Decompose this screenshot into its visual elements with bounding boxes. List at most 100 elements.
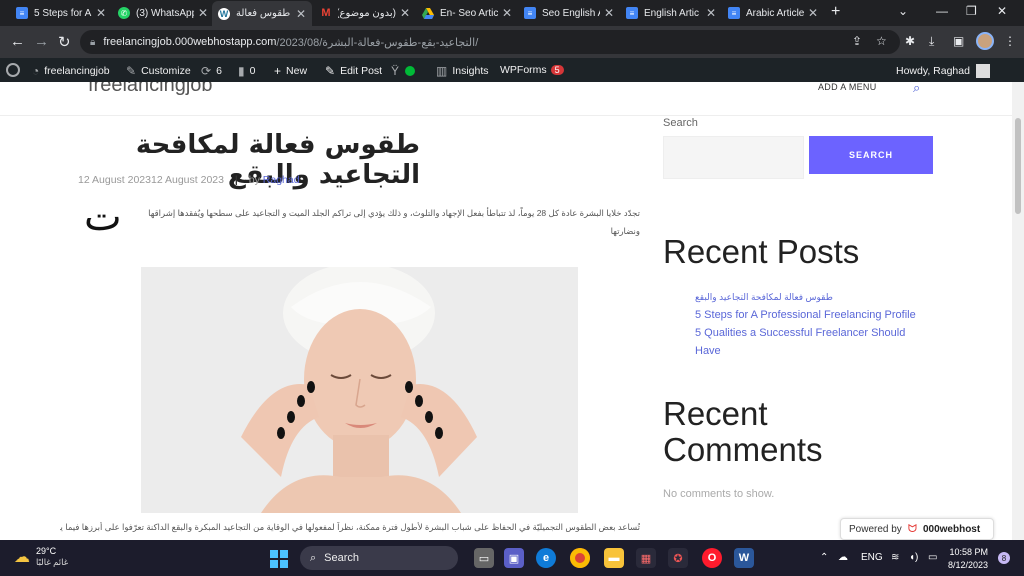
post-intro-paragraph: تجدّد خلايا البشرة عادة كل 28 يوماً، لذ … (148, 208, 640, 236)
tab-title: En- Seo Artic (440, 7, 498, 19)
wp-wpforms[interactable]: WPForms 5 (500, 64, 564, 76)
brush-icon: ✎ (126, 64, 137, 78)
word-icon[interactable]: W (734, 548, 754, 568)
close-icon[interactable]: ✕ (198, 6, 208, 20)
share-icon[interactable]: ⇪ (852, 34, 862, 48)
tab-active-post[interactable]: W طقوس فعالة ✕ (212, 1, 312, 26)
reload-icon[interactable]: ↻ (58, 33, 71, 51)
tab-title: Arabic Article (746, 7, 804, 19)
gmail-icon: M (321, 7, 331, 19)
tab-title: طقوس فعالة (236, 8, 291, 19)
task-view-icon[interactable]: ▭ (474, 548, 494, 568)
close-icon[interactable]: ✕ (604, 6, 614, 20)
taskbar-search-label: Search (324, 552, 360, 564)
bookmark-star-icon[interactable]: ☆ (876, 34, 887, 48)
post-by-label: by (248, 174, 260, 186)
minimize-icon[interactable]: — (936, 4, 948, 18)
close-icon[interactable]: ✕ (502, 6, 512, 20)
wp-yoast[interactable]: Ÿ (391, 64, 416, 78)
notification-badge[interactable]: 8 (998, 552, 1010, 564)
wp-updates[interactable]: ⟳ 6 (201, 64, 222, 78)
chrome-icon[interactable] (570, 548, 590, 568)
opera-icon[interactable]: O (702, 548, 722, 568)
search-icon[interactable]: ⌕ (913, 82, 920, 96)
system-clock[interactable]: 10:58 PM 8/12/2023 (948, 546, 988, 572)
url-field[interactable]: 🔒︎ freelancingjob.000webhostapp.com /202… (80, 30, 900, 54)
new-tab-icon[interactable]: + (831, 3, 840, 21)
close-icon[interactable]: ✕ (706, 6, 716, 20)
post-author-link[interactable]: Raghad (263, 174, 300, 186)
close-icon[interactable]: ✕ (400, 6, 410, 20)
recent-post-link[interactable]: 5 Steps for A Professional Freelancing P… (695, 306, 925, 324)
window-close-icon[interactable]: ✕ (997, 4, 1007, 18)
meta-separator: | (234, 174, 238, 186)
chat-icon[interactable]: ▣ (504, 548, 524, 568)
close-icon[interactable]: ✕ (296, 7, 306, 21)
recent-post-link[interactable]: طقوس فعالة لمكافحة التجاعيد والبقع (695, 288, 925, 306)
site-header: freelancingjob ADD A MENU ⌕ (0, 82, 1012, 116)
wp-new-label: New (286, 65, 308, 77)
recent-posts-list: طقوس فعالة لمكافحة التجاعيد والبقع 5 Ste… (695, 288, 925, 360)
add-menu-link[interactable]: ADD A MENU (818, 82, 877, 92)
game-icon[interactable]: ✪ (668, 548, 688, 568)
whatsapp-icon: ✆ (118, 7, 130, 19)
side-panel-icon[interactable]: ▣ (953, 34, 964, 48)
wp-updates-count: 6 (216, 65, 222, 77)
tab-gmail[interactable]: M (بدون موضوع) ✕ (314, 2, 416, 24)
tab-arabic-article[interactable]: ≡ Arabic Article ✕ (722, 2, 824, 24)
back-icon[interactable]: ← (10, 33, 25, 50)
sidebar-search-button[interactable]: SEARCH (809, 136, 933, 174)
wp-site-link[interactable]: ◔ freelancingjob (32, 64, 110, 78)
powered-by-badge[interactable]: Powered by ᗢ 000webhost (840, 518, 994, 540)
profile-avatar[interactable] (976, 32, 994, 50)
wp-customize[interactable]: ✎ Customize (126, 64, 191, 78)
close-icon[interactable]: ✕ (96, 6, 106, 20)
weather-widget[interactable]: ☁ 29°C غائم غالبًا (14, 546, 68, 568)
wp-insights[interactable]: ▥ Insights (436, 64, 489, 78)
tab-search-chevron-icon[interactable]: ⌄ (898, 4, 908, 18)
no-comments-text: No comments to show. (663, 488, 775, 500)
download-icon[interactable]: ⤓ (929, 34, 934, 49)
battery-icon[interactable]: ▭ (928, 552, 937, 563)
wp-comments[interactable]: ▮ 0 (238, 64, 255, 78)
wp-new[interactable]: + New (274, 64, 307, 78)
tab-title: 5 Steps for A (34, 7, 92, 19)
wp-logo-menu[interactable] (6, 63, 20, 77)
onedrive-icon[interactable]: ☁ (838, 552, 848, 563)
recent-post-link[interactable]: 5 Qualities a Successful Freelancer Shou… (695, 324, 925, 360)
edge-icon[interactable]: e (536, 548, 556, 568)
store-icon[interactable]: ▦ (636, 548, 656, 568)
seo-status-dot (405, 66, 416, 76)
menu-kebab-icon[interactable]: ⋮ (1004, 34, 1016, 48)
wp-comments-count: 0 (249, 65, 256, 77)
language-indicator[interactable]: ENG (861, 552, 883, 563)
forward-icon[interactable]: → (34, 33, 49, 50)
tab-title: Seo English A (542, 7, 600, 19)
tray-chevron-icon[interactable]: ⌃ (820, 552, 828, 563)
sidebar-search-input[interactable] (663, 136, 804, 179)
start-button[interactable] (270, 550, 288, 568)
wp-account[interactable]: Howdy, Raghad (896, 64, 990, 78)
post-date[interactable]: 12 August 202312 August 2023 (78, 174, 224, 186)
000webhost-logo-icon: ᗢ (907, 522, 917, 535)
tab-english-article[interactable]: ≡ English Artic ✕ (620, 2, 722, 24)
file-explorer-icon[interactable]: ▬ (604, 548, 624, 568)
restore-icon[interactable]: ❐ (966, 4, 977, 18)
tab-seo-english[interactable]: ≡ Seo English A ✕ (518, 2, 620, 24)
wifi-icon[interactable]: ≋ (891, 552, 899, 563)
tab-whatsapp[interactable]: ✆ (3) WhatsApp ✕ (112, 2, 214, 24)
volume-icon[interactable]: ◖) (909, 552, 918, 563)
search-icon: ⌕ (310, 551, 317, 564)
docs-icon: ≡ (626, 7, 638, 19)
extensions-icon[interactable]: ✱ (905, 34, 915, 48)
scrollbar-thumb[interactable] (1015, 118, 1021, 214)
site-title[interactable]: freelancingjob (88, 82, 213, 97)
tab-5-steps[interactable]: ≡ 5 Steps for A ✕ (10, 2, 112, 24)
taskbar-search[interactable]: ⌕ Search (300, 546, 458, 570)
wp-edit-post[interactable]: ✎ Edit Post (325, 64, 382, 78)
page-scrollbar[interactable] (1012, 82, 1024, 540)
recent-posts-heading: Recent Posts (663, 233, 860, 270)
plus-icon: + (274, 64, 282, 78)
close-icon[interactable]: ✕ (808, 6, 818, 20)
tab-drive[interactable]: En- Seo Artic ✕ (416, 2, 518, 24)
